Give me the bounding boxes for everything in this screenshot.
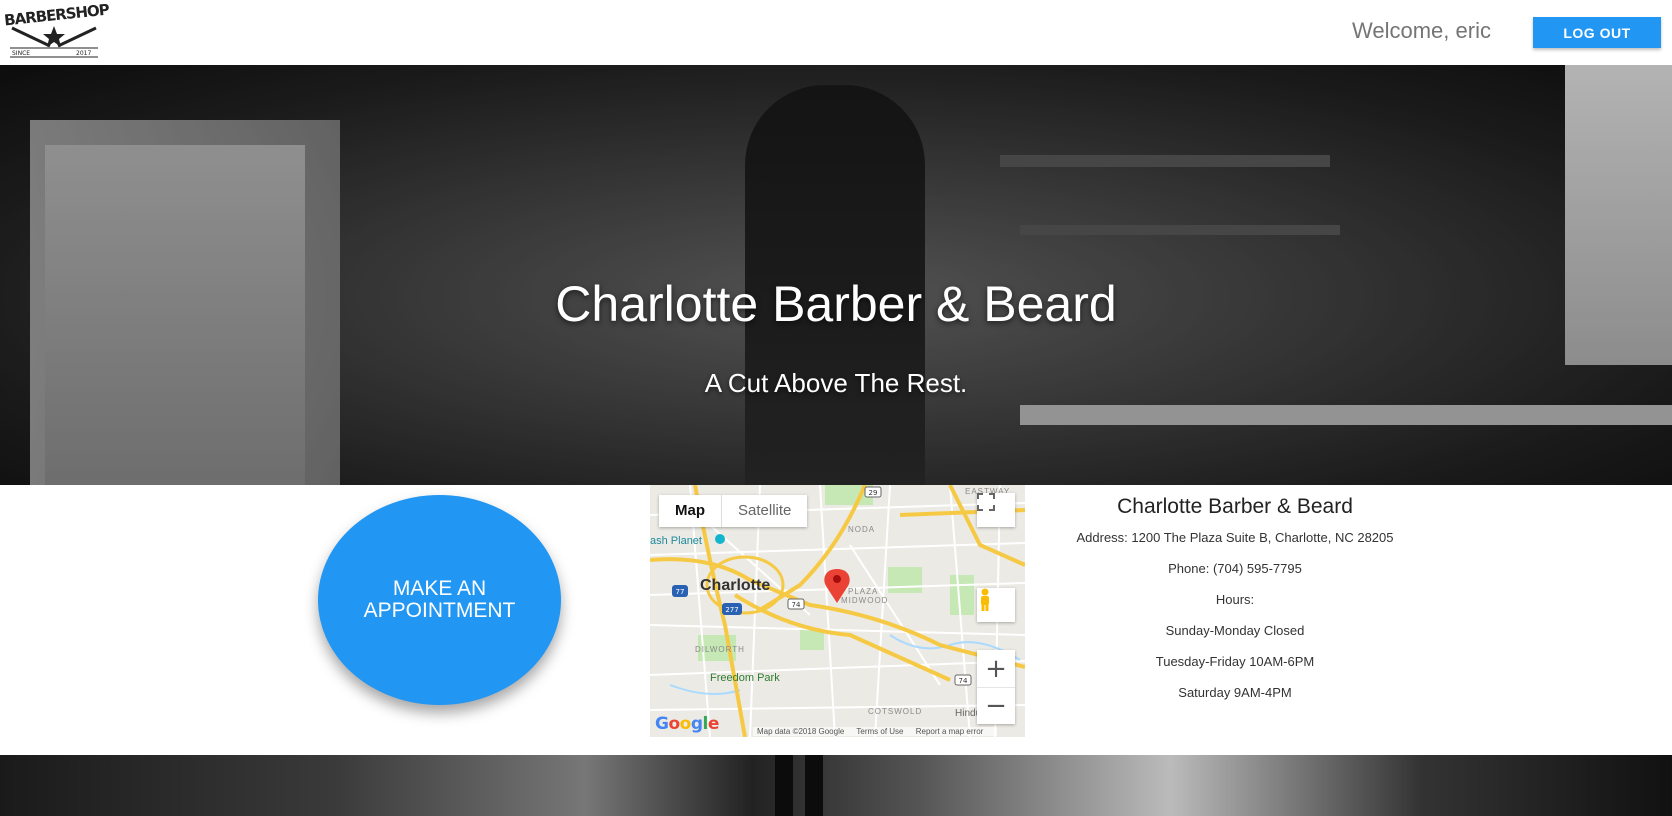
poi-marker-icon xyxy=(715,534,725,544)
shop-phone: Phone: (704) 595-7795 xyxy=(1168,561,1302,576)
zoom-in-button[interactable]: + xyxy=(977,650,1015,687)
hours-tuesday-friday: Tuesday-Friday 10AM-6PM xyxy=(1155,654,1315,669)
map-label-cotswold: COTSWOLD xyxy=(868,707,923,716)
route-74-shield: 74 xyxy=(792,601,801,609)
map-attribution: Map data ©2018 Google Terms of Use Repor… xyxy=(753,727,998,736)
report-map-error-link[interactable]: Report a map error xyxy=(916,727,984,736)
top-navbar: BARBERSHOP SINCE 2017 Welcome, eric LOG … xyxy=(0,0,1672,65)
route-77-shield: 77 xyxy=(676,588,685,596)
hours-sunday-monday: Sunday-Monday Closed xyxy=(1165,623,1305,638)
bottom-banner-pole xyxy=(775,755,793,816)
logo-year: 2017 xyxy=(76,50,91,57)
shop-name: Charlotte Barber & Beard xyxy=(1117,495,1353,518)
fullscreen-button[interactable] xyxy=(977,493,1015,527)
street-view-pegman-button[interactable] xyxy=(977,588,1015,622)
map-type-control: Map Satellite xyxy=(659,495,808,527)
pegman-icon xyxy=(981,588,989,611)
barbershop-logo[interactable]: BARBERSHOP SINCE 2017 xyxy=(3,1,110,60)
shop-address: Address: 1200 The Plaza Suite B, Charlot… xyxy=(1076,530,1394,545)
hours-saturday: Saturday 9AM-4PM xyxy=(1178,685,1292,700)
hours-label: Hours: xyxy=(1215,592,1255,607)
shop-info: Charlotte Barber & Beard Address: 1200 T… xyxy=(1040,495,1430,716)
appointment-label-line1: MAKE AN xyxy=(392,577,487,600)
route-277-shield: 277 xyxy=(725,606,738,614)
make-appointment-button[interactable]: MAKE AN APPOINTMENT xyxy=(318,495,561,705)
hero-title: Charlotte Barber & Beard xyxy=(555,276,1117,332)
zoom-out-button[interactable]: − xyxy=(977,687,1015,724)
map-label-midwood: MIDWOOD xyxy=(841,596,889,605)
terms-of-use-link[interactable]: Terms of Use xyxy=(856,727,903,736)
map-type-map-button[interactable]: Map xyxy=(659,495,721,527)
map-label-charlotte: Charlotte xyxy=(700,577,771,594)
map-label-plaza: PLAZA xyxy=(848,587,879,596)
logout-button[interactable]: LOG OUT xyxy=(1533,17,1661,48)
google-logo[interactable]: Google xyxy=(655,714,719,734)
razors-logo-icon: SINCE 2017 xyxy=(10,26,98,58)
appointment-label-line2: APPOINTMENT xyxy=(363,599,516,622)
map-label-noda: NODA xyxy=(848,525,876,534)
hero-subtitle: A Cut Above The Rest. xyxy=(704,368,968,398)
route-74-shield: 74 xyxy=(959,677,968,685)
welcome-message: Welcome, eric xyxy=(1352,18,1491,43)
map-type-satellite-button[interactable]: Satellite xyxy=(721,495,807,527)
map-data-credit: Map data ©2018 Google xyxy=(757,727,845,736)
location-map[interactable]: 29 77 277 74 74 EASTWAY NODA ash Planet … xyxy=(650,485,1025,737)
fullscreen-icon xyxy=(977,493,995,511)
route-29-shield: 29 xyxy=(869,489,878,497)
logo-since: SINCE xyxy=(12,50,30,57)
map-label-dilworth: DILWORTH xyxy=(695,645,745,654)
bottom-banner-pole xyxy=(805,755,823,816)
zoom-control: + − xyxy=(977,650,1015,724)
map-label-freedom-park: Freedom Park xyxy=(710,672,780,684)
map-label-splash-planet: ash Planet xyxy=(650,535,702,547)
bottom-banner-image xyxy=(0,755,1672,816)
hero-banner: Charlotte Barber & Beard A Cut Above The… xyxy=(0,65,1672,485)
